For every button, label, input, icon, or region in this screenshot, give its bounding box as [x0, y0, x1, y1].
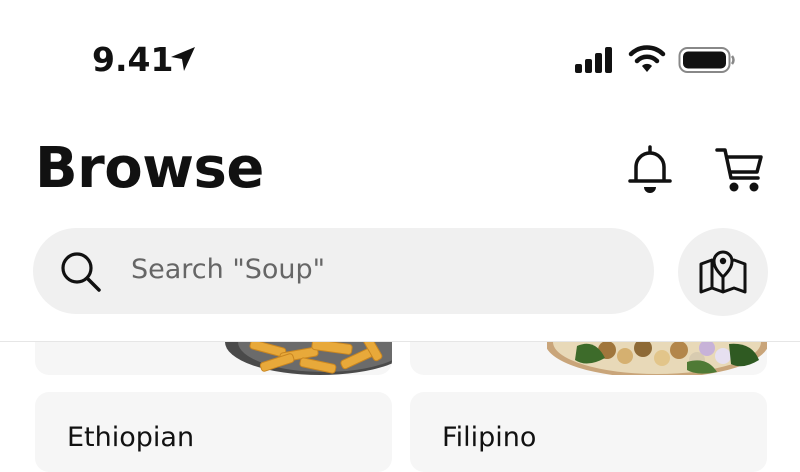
location-arrow-icon: [171, 47, 195, 71]
fries-image: [225, 342, 392, 375]
map-button[interactable]: [678, 228, 768, 316]
category-card-filipino[interactable]: Filipino: [410, 392, 767, 472]
category-label: Filipino: [442, 422, 537, 453]
battery-icon: [678, 47, 735, 73]
status-time: 9.41: [92, 40, 174, 79]
page-title: Browse: [35, 136, 264, 201]
category-card[interactable]: [35, 342, 392, 375]
category-card[interactable]: [410, 342, 767, 375]
map-pin-icon: [699, 250, 747, 294]
search-icon: [61, 252, 101, 292]
cart-icon[interactable]: [714, 144, 766, 196]
status-bar: 9.41: [0, 0, 800, 100]
category-label: Ethiopian: [67, 422, 195, 453]
bell-icon[interactable]: [626, 144, 674, 196]
category-card-ethiopian[interactable]: Ethiopian: [35, 392, 392, 472]
salad-image: [547, 342, 767, 375]
wifi-icon: [628, 45, 666, 72]
search-placeholder: Search "Soup": [131, 254, 326, 285]
search-input[interactable]: Search "Soup": [33, 228, 654, 314]
cellular-signal-icon: [575, 47, 612, 73]
